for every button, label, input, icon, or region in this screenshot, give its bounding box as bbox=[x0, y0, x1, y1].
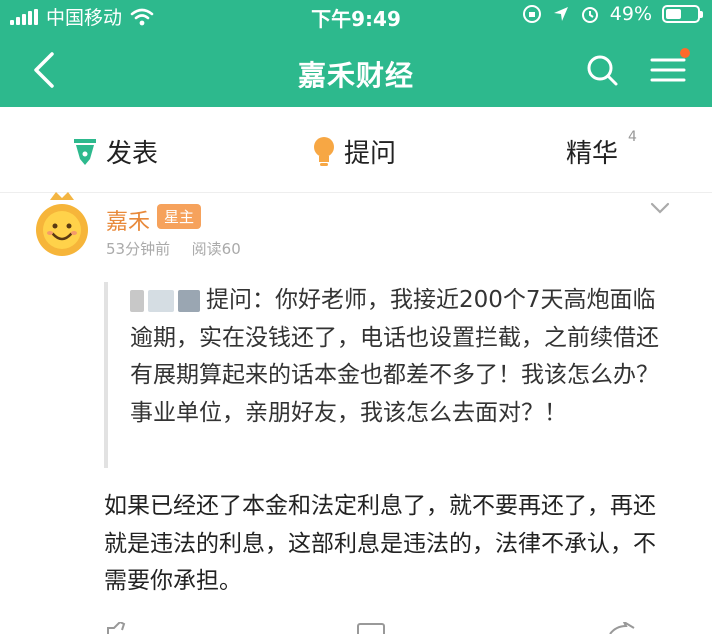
question-prefix: 提问：你好老师，我接近200个7天 bbox=[206, 287, 564, 313]
redacted-name bbox=[130, 289, 144, 312]
like-icon[interactable] bbox=[104, 622, 134, 634]
time-ago: 53分钟前 bbox=[106, 240, 171, 258]
chevron-down-icon[interactable] bbox=[650, 202, 670, 216]
author-name[interactable]: 嘉禾 bbox=[106, 204, 150, 236]
tab-question[interactable]: 提问 bbox=[312, 133, 396, 170]
battery-icon bbox=[662, 5, 703, 23]
tab-featured[interactable]: 精华 4 bbox=[566, 129, 637, 170]
battery-percent: 49% bbox=[609, 3, 652, 25]
search-icon[interactable] bbox=[584, 52, 620, 88]
post-card: 嘉禾 星主 53分钟前 阅读60 提问：你好老师，我接近200个7天高炮面临逾期… bbox=[0, 192, 712, 634]
pen-icon bbox=[74, 138, 96, 165]
alarm-icon bbox=[581, 7, 598, 23]
location-icon bbox=[553, 7, 568, 21]
notification-dot bbox=[680, 48, 690, 58]
app-header: 中国移动 下午9:49 49% 嘉禾财经 bbox=[0, 0, 712, 107]
tab-publish-label: 发表 bbox=[106, 139, 159, 169]
share-icon[interactable] bbox=[606, 622, 636, 634]
comment-icon[interactable] bbox=[356, 622, 386, 634]
read-count: 阅读60 bbox=[191, 240, 241, 258]
redacted-name bbox=[148, 289, 174, 312]
bulb-icon bbox=[314, 136, 334, 166]
answer-text: 如果已经还了本金和法定利息了，就不要再还了，再还就是违法的利息，这部利息是违法的… bbox=[104, 493, 656, 594]
tab-featured-label: 精华 bbox=[566, 139, 619, 169]
status-badge: 星主 bbox=[157, 204, 202, 229]
post-meta: 53分钟前 阅读60 bbox=[106, 238, 241, 259]
tab-publish[interactable]: 发表 bbox=[72, 133, 158, 170]
nav-bar: 嘉禾财经 bbox=[0, 36, 712, 107]
featured-count: 4 bbox=[628, 129, 637, 145]
action-bar bbox=[0, 622, 712, 634]
status-bar: 中国移动 下午9:49 49% bbox=[0, 0, 712, 31]
avatar[interactable] bbox=[34, 192, 90, 258]
rotation-lock-icon bbox=[522, 5, 541, 23]
quoted-question: 提问：你好老师，我接近200个7天高炮面临逾期，实在没钱还了，电话也设置拦截，之… bbox=[104, 282, 678, 468]
tab-bar: 发表 提问 精华 4 bbox=[0, 107, 712, 193]
tab-question-label: 提问 bbox=[344, 139, 397, 169]
redacted-name bbox=[178, 289, 200, 312]
